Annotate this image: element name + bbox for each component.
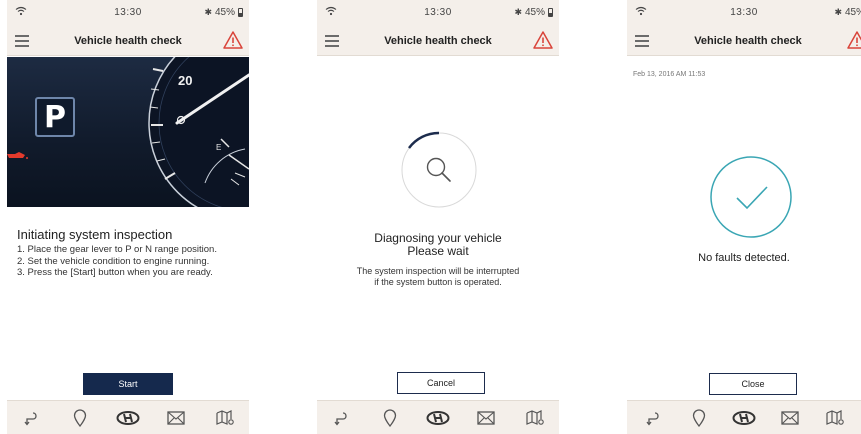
hyundai-logo-icon bbox=[732, 410, 756, 425]
phone-screen-result: 13:30 ✱ 45% Vehicle health check Feb 13,… bbox=[627, 0, 861, 434]
inspection-timestamp: Feb 13, 2016 AM 11:53 bbox=[633, 71, 706, 78]
mail-icon bbox=[477, 410, 496, 425]
battery-icon bbox=[238, 8, 243, 17]
close-button[interactable]: Close bbox=[709, 373, 797, 395]
inspection-steps: 1. Place the gear lever to P or N range … bbox=[17, 244, 217, 279]
battery-icon bbox=[548, 8, 553, 17]
page-title: Vehicle health check bbox=[694, 35, 802, 47]
inspection-heading: Initiating system inspection bbox=[17, 227, 173, 242]
bluetooth-icon: ✱ bbox=[514, 7, 522, 17]
back-icon bbox=[334, 411, 347, 426]
battery-indicator: ✱ 45% bbox=[514, 7, 553, 18]
bluetooth-icon: ✱ bbox=[834, 7, 842, 17]
location-pin-icon bbox=[692, 408, 705, 427]
oil-warning-icon bbox=[7, 152, 28, 159]
fuel-gauge-label: E bbox=[216, 143, 222, 152]
battery-percent: 45% bbox=[524, 7, 545, 18]
diagnosing-message: Diagnosing your vehicle Please wait bbox=[317, 232, 559, 258]
warning-icon[interactable] bbox=[223, 30, 243, 50]
status-bar: 13:30 ✱ 45% bbox=[627, 0, 861, 26]
step-item: 1. Place the gear lever to P or N range … bbox=[17, 244, 217, 255]
map-icon bbox=[216, 409, 234, 425]
app-bar: Vehicle health check bbox=[317, 26, 559, 56]
nav-mail[interactable] bbox=[778, 406, 802, 430]
cancel-button[interactable]: Cancel bbox=[397, 372, 485, 394]
nav-map[interactable] bbox=[523, 406, 547, 430]
status-bar: 13:30 ✱ 45% bbox=[317, 0, 559, 26]
diagnosing-line-2: Please wait bbox=[407, 244, 469, 258]
nav-map[interactable] bbox=[823, 406, 847, 430]
start-button[interactable]: Start bbox=[83, 373, 173, 395]
map-icon bbox=[526, 409, 544, 425]
hyundai-logo-icon bbox=[426, 410, 450, 425]
diagnosing-content: Diagnosing your vehicle Please wait The … bbox=[317, 57, 559, 400]
nav-mail[interactable] bbox=[164, 406, 188, 430]
back-icon bbox=[24, 411, 37, 426]
battery-percent: 45% bbox=[844, 7, 861, 18]
interrupt-note: The system inspection will be interrupte… bbox=[317, 266, 559, 288]
bluetooth-icon: ✱ bbox=[204, 7, 212, 17]
nav-back[interactable] bbox=[641, 406, 665, 430]
nav-back[interactable] bbox=[19, 406, 43, 430]
gear-indicator: P bbox=[35, 97, 75, 137]
nav-mail[interactable] bbox=[474, 406, 498, 430]
app-bar: Vehicle health check bbox=[627, 26, 861, 56]
nav-back[interactable] bbox=[329, 406, 353, 430]
note-line-1: The system inspection will be interrupte… bbox=[356, 266, 520, 276]
inspection-content: P 20 E Initiating system inspection 1. P… bbox=[7, 57, 249, 400]
mail-icon bbox=[780, 410, 799, 425]
nav-location[interactable] bbox=[378, 406, 402, 430]
battery-indicator: ✱ 45% bbox=[834, 7, 861, 18]
app-bar: Vehicle health check bbox=[7, 26, 249, 56]
step-item: 3. Press the [Start] button when you are… bbox=[17, 267, 213, 278]
page-title: Vehicle health check bbox=[384, 35, 492, 47]
phone-screen-initiating: 13:30 ✱ 45% Vehicle health check P 20 E … bbox=[7, 0, 249, 434]
page-title: Vehicle health check bbox=[74, 35, 182, 47]
nav-home[interactable] bbox=[116, 406, 140, 430]
step-item: 2. Set the vehicle condition to engine r… bbox=[17, 255, 210, 267]
nav-map[interactable] bbox=[213, 406, 237, 430]
hyundai-logo-icon bbox=[116, 410, 140, 425]
nav-home[interactable] bbox=[426, 406, 450, 430]
warning-icon[interactable] bbox=[533, 30, 553, 50]
note-line-2: if the system button is operated. bbox=[374, 277, 502, 287]
status-time: 13:30 bbox=[730, 7, 758, 18]
map-icon bbox=[826, 409, 844, 425]
bottom-nav bbox=[627, 400, 861, 434]
status-bar: 13:30 ✱ 45% bbox=[7, 0, 249, 26]
nav-home[interactable] bbox=[732, 406, 756, 430]
location-pin-icon bbox=[383, 408, 396, 427]
location-pin-icon bbox=[73, 408, 86, 427]
result-message: No faults detected. bbox=[698, 252, 790, 264]
back-icon bbox=[646, 411, 659, 426]
bottom-nav bbox=[317, 400, 559, 434]
nav-location[interactable] bbox=[68, 406, 92, 430]
diagnosis-spinner bbox=[401, 131, 477, 208]
check-circle-icon bbox=[710, 156, 792, 238]
bottom-nav bbox=[7, 400, 249, 434]
warning-icon[interactable] bbox=[847, 30, 861, 50]
nav-location[interactable] bbox=[687, 406, 711, 430]
result-content: Feb 13, 2016 AM 11:53 No faults detected… bbox=[627, 57, 861, 400]
battery-indicator: ✱ 45% bbox=[204, 7, 243, 18]
instrument-cluster-image: P 20 E bbox=[7, 57, 249, 207]
phone-screen-diagnosing: 13:30 ✱ 45% Vehicle health check Diagnos… bbox=[317, 0, 559, 434]
gauge-number: 20 bbox=[178, 73, 193, 88]
mail-icon bbox=[167, 410, 186, 425]
battery-percent: 45% bbox=[214, 7, 235, 18]
